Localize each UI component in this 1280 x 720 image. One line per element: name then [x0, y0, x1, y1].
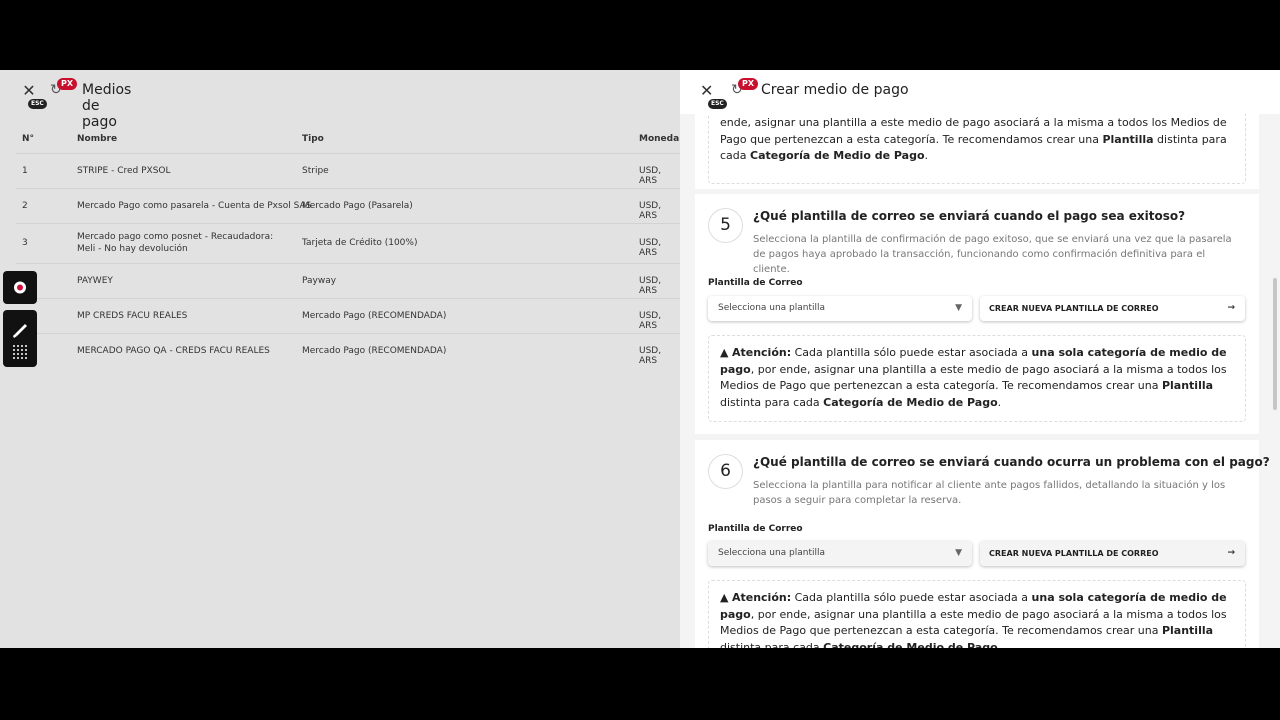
scrollbar[interactable]: [1273, 278, 1277, 410]
arrow-right-icon: →: [1227, 303, 1235, 313]
create-payment-method-panel: ende, asignar una plantilla a este medio…: [680, 70, 1280, 648]
table-row[interactable]: MP CREDS FACU REALES Mercado Pago (RECOM…: [16, 299, 680, 334]
row-currency: USD, ARS: [639, 276, 662, 296]
row-name: Mercado pago como posnet - Recaudadora: …: [77, 232, 274, 254]
table-row[interactable]: PAYWEY Payway USD, ARS: [16, 264, 680, 299]
table-row[interactable]: 1 STRIPE - Cred PXSOL Stripe USD, ARS: [16, 154, 680, 189]
page-title: Medios de pago: [82, 82, 132, 130]
row-number: 3: [22, 238, 28, 248]
row-currency: USD, ARS: [639, 346, 662, 366]
px-badge: PX: [738, 78, 759, 90]
section-success-email: 5 ¿Qué plantilla de correo se enviará cu…: [695, 194, 1259, 434]
record-button[interactable]: [3, 271, 37, 304]
table-row[interactable]: 2 Mercado Pago como pasarela - Cuenta de…: [16, 189, 680, 224]
section-description: Selecciona la plantilla para notificar a…: [753, 480, 1226, 506]
row-name: Mercado Pago como pasarela - Cuenta de P…: [77, 201, 312, 211]
esc-hint: ESC: [28, 99, 47, 109]
step-number: 5: [708, 208, 743, 243]
row-type: Mercado Pago (Pasarela): [302, 201, 413, 211]
panel-header: ✕ ESC ↻ PX Crear medio de pago: [680, 70, 1280, 114]
row-type: Mercado Pago (RECOMENDADA): [302, 311, 447, 321]
template-select[interactable]: Selecciona una plantilla ▼: [708, 296, 972, 321]
button-label: CREAR NUEVA PLANTILLA DE CORREO: [989, 549, 1159, 558]
field-label: Plantilla de Correo: [708, 524, 803, 534]
row-currency: USD, ARS: [639, 166, 662, 186]
col-header-currency[interactable]: Moneda: [639, 134, 679, 144]
button-label: CREAR NUEVA PLANTILLA DE CORREO: [989, 304, 1159, 313]
row-name: STRIPE - Cred PXSOL: [77, 166, 171, 176]
table-header-row: N° Nombre Tipo Moneda: [16, 126, 680, 154]
row-type: Tarjeta de Crédito (100%): [302, 238, 418, 248]
close-icon[interactable]: ✕: [700, 82, 713, 100]
row-number: 2: [22, 201, 28, 211]
row-type: Mercado Pago (RECOMENDADA): [302, 346, 447, 356]
col-header-name[interactable]: Nombre: [77, 134, 117, 144]
warning-box: ▲ Atención: Cada plantilla sólo puede es…: [708, 335, 1246, 422]
record-icon: [14, 281, 26, 294]
section-failed-email: 6 ¿Qué plantilla de correo se enviará cu…: [695, 440, 1270, 648]
col-header-number[interactable]: N°: [22, 134, 34, 144]
table-row[interactable]: 3 Mercado pago como posnet - Recaudadora…: [16, 224, 680, 264]
row-type: Payway: [302, 276, 337, 286]
arrow-right-icon: →: [1227, 548, 1235, 558]
row-number: 1: [22, 166, 28, 176]
create-template-button[interactable]: CREAR NUEVA PLANTILLA DE CORREO →: [980, 296, 1245, 321]
payment-methods-list-panel: ✕ ESC ↻ PX Medios de pago N° Nombre Tipo…: [0, 70, 680, 648]
chevron-down-icon: ▼: [955, 548, 962, 558]
step-number: 6: [708, 454, 743, 489]
app-stage: ✕ ESC ↻ PX Medios de pago N° Nombre Tipo…: [0, 70, 1280, 648]
row-name: PAYWEY: [77, 276, 113, 286]
grid-icon[interactable]: [12, 344, 28, 360]
table-row[interactable]: MERCADO PAGO QA - CREDS FACU REALES Merc…: [16, 334, 680, 370]
row-name: MP CREDS FACU REALES: [77, 311, 188, 321]
px-badge: PX: [57, 78, 78, 90]
row-currency: USD, ARS: [639, 311, 662, 331]
section-question: ¿Qué plantilla de correo se enviará cuan…: [753, 209, 1186, 223]
row-currency: USD, ARS: [639, 201, 662, 221]
row-type: Stripe: [302, 166, 329, 176]
esc-hint: ESC: [708, 99, 727, 109]
row-name: MERCADO PAGO QA - CREDS FACU REALES: [77, 346, 270, 356]
row-currency: USD, ARS: [639, 238, 662, 258]
section-question: ¿Qué plantilla de correo se enviará cuan…: [753, 455, 1270, 469]
warning-box: ▲ Atención: Cada plantilla sólo puede es…: [708, 580, 1246, 648]
warning-icon: ▲: [720, 591, 729, 604]
close-icon[interactable]: ✕: [20, 82, 38, 100]
select-placeholder: Selecciona una plantilla: [718, 548, 826, 558]
chevron-down-icon: ▼: [955, 303, 962, 313]
template-select[interactable]: Selecciona una plantilla ▼: [708, 541, 972, 566]
warning-icon: ▲: [720, 346, 729, 359]
create-template-button[interactable]: CREAR NUEVA PLANTILLA DE CORREO →: [980, 541, 1245, 566]
col-header-type[interactable]: Tipo: [302, 134, 324, 144]
section-description: Selecciona la plantilla de confirmación …: [753, 234, 1232, 275]
field-label: Plantilla de Correo: [708, 278, 803, 288]
select-placeholder: Selecciona una plantilla: [718, 303, 826, 313]
panel-title: Crear medio de pago: [761, 82, 909, 98]
